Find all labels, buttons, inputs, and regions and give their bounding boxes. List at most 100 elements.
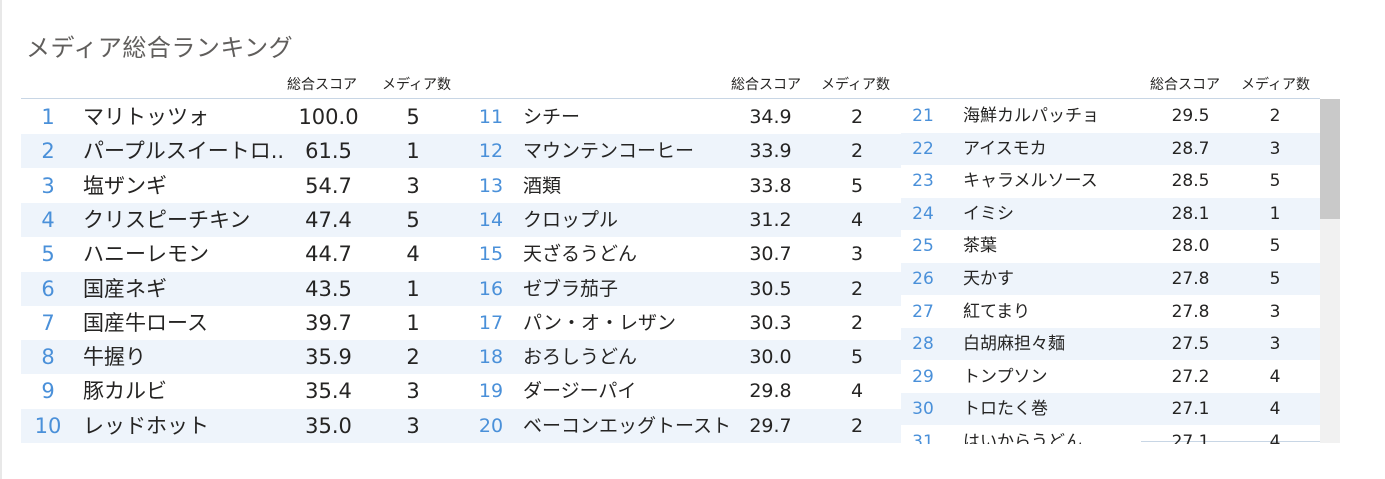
media-count-value: 3: [1269, 138, 1281, 159]
rank-number: 26: [912, 269, 934, 289]
media-count-value: 4: [1269, 432, 1281, 444]
media-count-value: 5: [1269, 269, 1281, 289]
rank-number: 1: [41, 105, 55, 129]
item-name: 茶葉: [963, 236, 997, 257]
table-row[interactable]: 9 豚カルビ 35.4 3: [21, 374, 461, 408]
score-value: 29.7: [749, 414, 792, 437]
score-value: 61.5: [305, 139, 352, 164]
table-row[interactable]: 23 キャラメルソース 28.5 5: [901, 165, 1320, 197]
item-name: 塩ザンギ: [83, 173, 167, 198]
table-row[interactable]: 14 クロップル 31.2 4: [461, 202, 901, 237]
rank-number: 25: [912, 236, 934, 257]
media-count-value: 5: [850, 346, 864, 369]
media-count-header[interactable]: メディア数: [1241, 74, 1310, 96]
score-value: 29.5: [1171, 106, 1210, 126]
table-row[interactable]: 15 天ざるうどん 30.7 3: [461, 237, 901, 271]
media-count-header[interactable]: メディア数: [821, 74, 890, 96]
item-name: 天ざるうどん: [523, 243, 638, 266]
rank-number: 21: [912, 106, 934, 126]
table-row[interactable]: 8 牛握り 35.9 2: [21, 340, 461, 375]
score-header[interactable]: 総合スコア: [287, 74, 357, 96]
score-value: 30.7: [749, 243, 792, 266]
table-row[interactable]: 3 塩ザンギ 54.7 3: [21, 169, 461, 203]
table-row[interactable]: 20 ベーコンエッグトースト 29.7 2: [461, 408, 901, 443]
rank-number: 6: [41, 276, 55, 301]
item-name: 天かす: [963, 269, 1014, 289]
media-count-value: 1: [1269, 203, 1281, 224]
table-row[interactable]: 10 レッドホット 35.0 3: [21, 408, 461, 443]
table-row[interactable]: 28 白胡麻担々麺 27.5 3: [901, 328, 1320, 361]
score-value: 27.1: [1171, 399, 1210, 420]
table-row[interactable]: 26 天かす 27.8 5: [901, 263, 1320, 295]
table-row[interactable]: 19 ダージーパイ 29.8 4: [461, 374, 901, 408]
scroll-viewport[interactable]: 21 海鮮カルパッチョ 29.5 2 22 アイスモカ 28.7 3 23 キャラメルソース 28.…: [901, 99, 1320, 444]
table-row[interactable]: 30 トロたく巻 27.1 4: [901, 393, 1320, 426]
score-header[interactable]: 総合スコア: [731, 74, 801, 96]
score-value: 27.8: [1171, 269, 1210, 289]
table-row[interactable]: 17 パン・オ・レザン 30.3 2: [461, 306, 901, 340]
vertical-scrollbar[interactable]: [1320, 99, 1340, 443]
score-value: 28.0: [1171, 236, 1210, 257]
table-row[interactable]: 21 海鮮カルパッチョ 29.5 2: [901, 100, 1320, 132]
item-name: トロたく巻: [963, 399, 1048, 420]
score-value: 39.7: [305, 310, 352, 335]
rank-number: 11: [478, 106, 504, 128]
table-row[interactable]: 25 茶葉 28.0 5: [901, 230, 1320, 262]
media-count-value: 4: [1269, 399, 1281, 420]
rank-number: 22: [912, 138, 934, 159]
rank-number: 20: [478, 414, 504, 437]
table-row[interactable]: 2 パープルスイートロ.. 61.5 1: [21, 134, 461, 169]
media-count-value: 4: [850, 208, 864, 231]
table-row[interactable]: 31 はいからうどん 27.1 4: [901, 426, 1320, 444]
table-row[interactable]: 22 アイスモカ 28.7 3: [901, 132, 1320, 165]
item-name: キャラメルソース: [963, 171, 1098, 192]
table-row[interactable]: 6 国産ネギ 43.5 1: [21, 271, 461, 306]
rank-number: 16: [478, 277, 504, 300]
media-count-value: 3: [850, 243, 864, 266]
media-count-value: 2: [850, 140, 864, 163]
item-name: クリスピーチキン: [83, 207, 251, 232]
table-row[interactable]: 11 シチー 34.9 2: [461, 100, 901, 134]
table-row[interactable]: 18 おろしうどん 30.0 5: [461, 340, 901, 375]
table-row[interactable]: 7 国産牛ロース 39.7 1: [21, 306, 461, 340]
table-row[interactable]: 13 酒類 33.8 5: [461, 169, 901, 203]
score-header[interactable]: 総合スコア: [1150, 74, 1220, 96]
rank-number: 29: [912, 366, 934, 387]
item-name: マリトッツォ: [83, 105, 209, 129]
media-count-header[interactable]: メディア数: [382, 74, 451, 96]
score-value: 27.2: [1171, 366, 1210, 387]
score-value: 35.9: [305, 345, 352, 370]
ranking-table-2: 総合スコア メディア数 11 シチー 34.9 2 12 マウンテンコーヒー 33.9 2 13…: [461, 74, 901, 444]
table-row[interactable]: 5 ハニーレモン 44.7 4: [21, 237, 461, 271]
item-name: はいからうどん: [963, 432, 1082, 444]
rank-number: 19: [478, 380, 504, 403]
score-value: 31.2: [749, 208, 792, 231]
table-row[interactable]: 12 マウンテンコーヒー 33.9 2: [461, 134, 901, 169]
score-value: 28.5: [1171, 171, 1210, 192]
media-count-value: 4: [406, 242, 420, 267]
table-row[interactable]: 1 マリトッツォ 100.0 5: [21, 100, 461, 134]
scrollbar-thumb[interactable]: [1320, 99, 1340, 219]
score-value: 100.0: [298, 105, 359, 129]
media-count-value: 4: [1269, 366, 1281, 387]
score-value: 28.1: [1171, 203, 1210, 224]
rank-number: 31: [912, 432, 934, 444]
table-row[interactable]: 24 イミシ 28.1 1: [901, 197, 1320, 230]
table-row[interactable]: 29 トンプソン 27.2 4: [901, 361, 1320, 393]
score-value: 29.8: [749, 380, 792, 403]
table-row[interactable]: 16 ゼブラ茄子 30.5 2: [461, 271, 901, 306]
table-row[interactable]: 27 紅てまり 27.8 3: [901, 296, 1320, 328]
item-name: レッドホット: [83, 413, 209, 438]
item-name: ハニーレモン: [83, 242, 209, 267]
media-count-value: 5: [406, 105, 420, 129]
rank-number: 23: [912, 171, 934, 192]
media-count-value: 1: [406, 139, 420, 164]
item-name: 牛握り: [83, 345, 146, 370]
table-row[interactable]: 4 クリスピーチキン 47.4 5: [21, 202, 461, 237]
item-name: 国産牛ロース: [83, 310, 208, 335]
ranking-table-1: 総合スコア メディア数 1 マリトッツォ 100.0 5 2 パープルスイートロ.. 61.…: [21, 74, 461, 444]
score-value: 44.7: [305, 242, 352, 267]
media-count-value: 2: [1269, 106, 1281, 126]
rank-number: 18: [478, 346, 504, 369]
media-count-value: 2: [850, 311, 864, 334]
